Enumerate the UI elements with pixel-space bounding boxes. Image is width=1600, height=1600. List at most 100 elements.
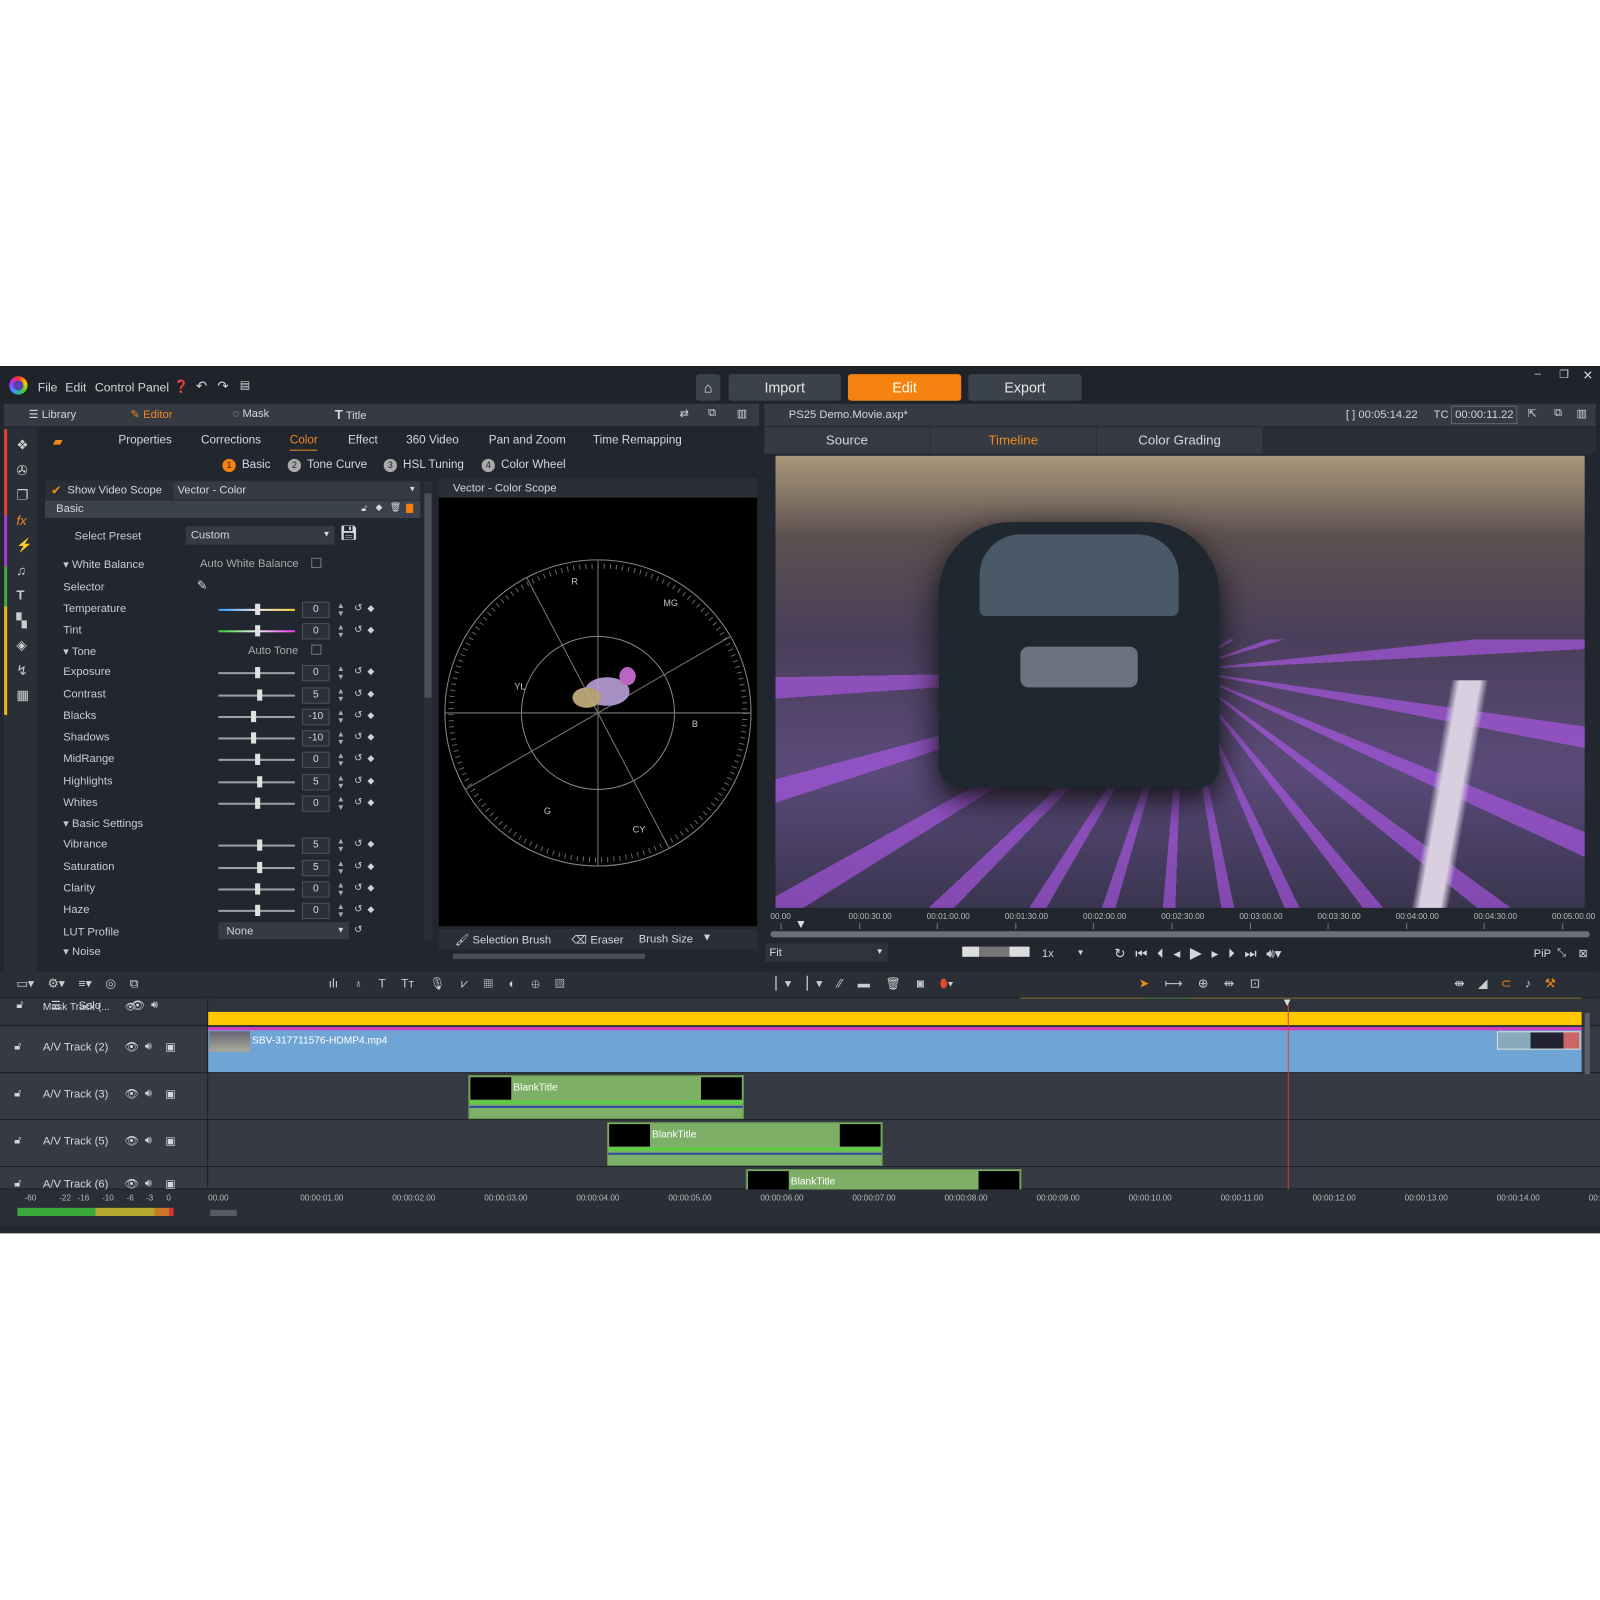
clips-icon[interactable]: ❐ (16, 483, 33, 508)
montage-icon[interactable]: ▚ (16, 608, 33, 633)
param-value-field[interactable]: 0 (302, 664, 330, 682)
timeline-add-tools[interactable]: ılı ♁ T Tт 🎙︎ ⩗ ▦ ◐ ⊕ ▨ (329, 976, 565, 991)
reset-icon[interactable]: ↺ (354, 797, 363, 808)
tab-source[interactable]: Source (764, 427, 930, 454)
stepper-icon[interactable]: ▲ ▼ (337, 730, 345, 746)
white-balance-toggle[interactable]: ▾ White Balance (63, 558, 144, 571)
param-slider[interactable] (218, 689, 295, 701)
layout-icon[interactable]: ▥ (737, 407, 748, 420)
subtab-tone-curve[interactable]: 2 Tone Curve (287, 458, 367, 473)
slider-thumb[interactable] (250, 732, 256, 744)
keyframe-icon[interactable]: ◆ (367, 882, 374, 893)
tab-effect[interactable]: Effect (348, 434, 378, 446)
param-slider[interactable] (218, 732, 295, 744)
tab-color[interactable]: Color (289, 434, 318, 451)
keyframe-icon[interactable]: ◆ (367, 797, 374, 808)
motion-icon[interactable]: ↯ (16, 658, 33, 683)
slider-thumb[interactable] (254, 667, 260, 679)
eraser-button[interactable]: ⌫ Eraser (571, 933, 623, 946)
layout-icon[interactable]: ▥ (1577, 407, 1588, 420)
param-value-field[interactable]: 5 (302, 837, 330, 854)
param-slider[interactable] (218, 839, 295, 851)
speaker-icon[interactable]: 🔊︎ (145, 1040, 152, 1053)
tab-360-video[interactable]: 360 Video (406, 434, 459, 446)
title-clip[interactable]: BlankTitle (745, 1169, 1022, 1194)
timeline-ruler[interactable]: 00.00 00:00:01.00 00:00:02.00 00:00:03.00 00… (208, 1189, 1600, 1207)
param-value-field[interactable]: 0 (302, 881, 330, 898)
playhead-handle[interactable]: ▼ (1282, 997, 1293, 1009)
eye-icon[interactable]: 👁︎ (124, 1002, 136, 1013)
param-slider[interactable] (218, 861, 295, 874)
reset-icon[interactable]: ↺ (354, 666, 363, 677)
undo-icon[interactable]: ↶ (196, 378, 207, 394)
keyframe-icon[interactable]: ◆ (376, 502, 383, 513)
noise-toggle[interactable]: ▾ Noise (63, 945, 100, 958)
tab-properties[interactable]: Properties (118, 434, 171, 446)
stepper-icon[interactable]: ▲ ▼ (337, 623, 345, 639)
keyframe-icon[interactable]: ◆ (367, 624, 374, 635)
lock-icon[interactable]: 🔓︎ (361, 503, 367, 514)
document-icon[interactable]: ▤ (240, 378, 251, 391)
title-clip[interactable]: BlankTitle (607, 1122, 883, 1166)
tone-toggle[interactable]: ▾ Tone (63, 645, 96, 658)
timeline-mode-tools[interactable]: ➤ ⟼ ⊕ ⇹ ⊡ (1139, 976, 1260, 990)
chevron-down-icon[interactable]: ▼ (1077, 948, 1085, 957)
stepper-icon[interactable]: ▲ ▼ (337, 774, 345, 790)
preview-scrollbar[interactable] (770, 931, 1590, 938)
tab-library[interactable]: ☰ Library (29, 408, 76, 421)
param-slider[interactable] (218, 667, 295, 679)
slider-thumb[interactable] (256, 839, 262, 851)
keyframe-icon[interactable]: ◆ (367, 904, 374, 915)
lock-icon[interactable]: 🔓︎ (16, 999, 23, 1012)
preset-dropdown[interactable]: Custom ▼ (185, 526, 335, 545)
reset-icon[interactable]: ↺ (354, 710, 363, 721)
play-icon[interactable]: ▶ (1190, 945, 1202, 962)
show-scope-checkbox[interactable]: ✔ (51, 483, 61, 497)
keyframe-icon[interactable]: ◆ (367, 838, 374, 849)
fullscreen-icon[interactable]: ⤡ (1557, 947, 1566, 960)
eye-icon[interactable]: 👁︎ (124, 1134, 138, 1147)
keyframe-icon[interactable]: ◆ (367, 666, 374, 677)
slider-thumb[interactable] (256, 776, 262, 788)
monitor-icon[interactable]: ▣ (165, 1040, 176, 1054)
loop-icon[interactable]: ↻ (1114, 946, 1125, 961)
reset-icon[interactable]: ↺ (354, 753, 363, 764)
storyboard-icon[interactable]: ▦ (16, 683, 33, 708)
restore-button[interactable]: ❐ (1559, 368, 1569, 381)
basic-section-header[interactable]: Basic 🔓︎ ◆ 🗑︎ (44, 500, 421, 519)
subtab-color-wheel[interactable]: 4 Color Wheel (481, 458, 566, 473)
stepper-icon[interactable]: ▲ ▼ (337, 859, 345, 876)
slider-thumb[interactable] (254, 883, 260, 895)
tab-mask[interactable]: ◌ Mask (233, 408, 270, 420)
param-slider[interactable] (218, 625, 295, 637)
tab-time-remapping[interactable]: Time Remapping (593, 434, 682, 446)
subtab-basic[interactable]: 1 Basic (222, 458, 271, 473)
auto-tone-checkbox[interactable] (311, 644, 322, 655)
tab-pan-and-zoom[interactable]: Pan and Zoom (489, 434, 566, 446)
trash-icon[interactable]: 🗑︎ (390, 502, 402, 513)
subtab-hsl-tuning[interactable]: 3 HSL Tuning (383, 458, 464, 473)
reset-icon[interactable]: ↺ (354, 924, 363, 935)
stepper-icon[interactable]: ▲ ▼ (337, 837, 345, 853)
selection-brush-button[interactable]: 🖌︎ Selection Brush (455, 933, 551, 946)
speaker-icon[interactable]: 🔊︎ (145, 1087, 152, 1100)
export-frame-icon[interactable]: ⇱ (1528, 407, 1537, 420)
param-value-field[interactable]: -10 (302, 708, 330, 726)
import-button[interactable]: Import (728, 374, 841, 401)
stepper-icon[interactable]: ▲ ▼ (337, 881, 345, 897)
monitor-icon[interactable]: ▣ (165, 1134, 176, 1147)
home-button[interactable]: ⌂ (695, 374, 721, 401)
keyframe-icon[interactable]: ◆ (367, 710, 374, 721)
param-slider[interactable] (218, 904, 295, 916)
transition-icon[interactable]: ⚡ (16, 533, 33, 558)
stepper-icon[interactable]: ▲ ▼ (337, 708, 345, 725)
step-forward-icon[interactable]: ▸ (1212, 946, 1219, 961)
monitor-icon[interactable]: ▣ (165, 1087, 176, 1100)
keyframe-icon[interactable]: ◆ (367, 603, 374, 614)
param-value-field[interactable]: 5 (302, 859, 330, 877)
music-icon[interactable]: ♫ (16, 558, 33, 583)
reset-icon[interactable]: ↺ (354, 838, 363, 849)
video-clip[interactable]: SBV-317711576-HDMP4.mp4 (208, 1027, 1582, 1073)
slider-thumb[interactable] (256, 689, 262, 701)
mask-clip[interactable] (208, 1011, 1582, 1026)
